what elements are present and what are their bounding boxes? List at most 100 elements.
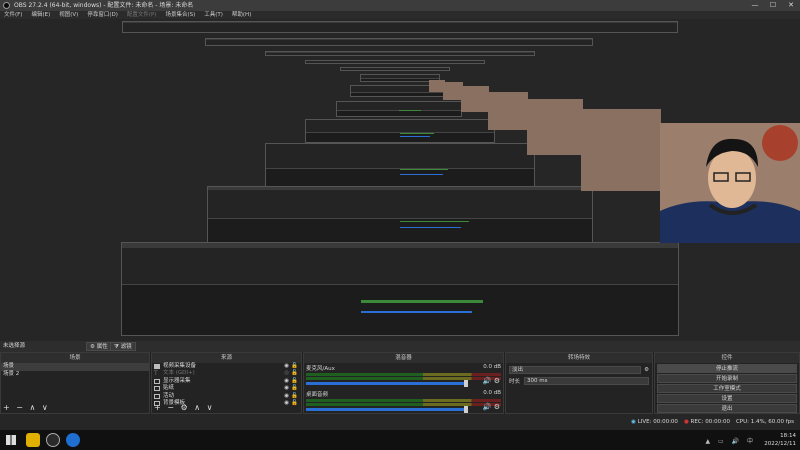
gear-icon[interactable]: ⚙	[494, 403, 500, 411]
volume-meter	[306, 377, 501, 380]
menu-view[interactable]: 视图(V)	[59, 11, 78, 19]
recursive-frame-5	[340, 67, 450, 71]
menu-file[interactable]: 文件(F)	[4, 11, 22, 19]
recursive-frame-2	[205, 38, 593, 46]
track-db: 0.0 dB	[483, 364, 501, 370]
clock-time: 18:14	[780, 433, 796, 439]
image-icon	[154, 393, 160, 399]
source-label: 文本 (GDI+)	[163, 370, 195, 377]
filters-button[interactable]: ⧩ 滤镜	[110, 342, 136, 351]
sources-header: 来源	[152, 353, 301, 363]
mixer-track: 桌面音频 0.0 dB 🔊 ⚙	[304, 389, 503, 415]
webcam-image-6	[581, 109, 661, 191]
record-icon: ●	[683, 419, 689, 425]
speaker-icon[interactable]: 🔊	[483, 403, 492, 411]
gear-icon[interactable]: ⚙	[644, 367, 649, 373]
status-bar: ◉ LIVE: 00:00:00 ● REC: 00:00:00 CPU: 1.…	[0, 414, 800, 430]
volume-slider[interactable]	[306, 406, 468, 413]
menu-help[interactable]: 帮助(H)	[232, 11, 251, 19]
webcam-image-4	[488, 92, 528, 130]
track-name: 桌面音频	[306, 392, 329, 398]
menu-bar: 文件(F) 编辑(E) 视图(V) 停靠窗口(D) 配置文件(P) 场景集合(S…	[0, 11, 800, 19]
scenes-footer-buttons[interactable]: + − ∧ ∨	[3, 403, 50, 412]
webcam-image-5	[527, 99, 583, 155]
recursive-frame-3	[265, 51, 535, 56]
recursive-frame-6	[360, 74, 440, 82]
menu-tools[interactable]: 工具(T)	[204, 11, 223, 19]
lock-icon[interactable]: 🔓	[291, 370, 298, 377]
person-photo-icon	[660, 123, 800, 243]
maximize-button[interactable]: ☐	[764, 0, 782, 11]
window-controls: — ☐ ✕	[746, 0, 800, 11]
duration-label: 时长	[509, 379, 521, 385]
windows-start-icon[interactable]	[6, 435, 16, 445]
transitions-dock: 转场特效 淡出 ⚙ 时长 300 ms	[505, 352, 653, 414]
image-icon	[154, 386, 160, 392]
exit-button[interactable]: 退出	[657, 404, 797, 413]
properties-button[interactable]: ⚙ 属性	[86, 342, 112, 351]
window-title: OBS 27.2.4 (64-bit, windows) - 配置文件: 未命名…	[14, 2, 194, 9]
webcam-image-2	[443, 82, 463, 100]
properties-label: 属性	[96, 344, 108, 350]
source-label: 显示器采集	[163, 377, 191, 384]
source-label: 视频采集设备	[163, 363, 197, 369]
track-name: 麦克风/Aux	[306, 366, 335, 372]
recursive-frame-1	[122, 21, 678, 33]
app-icon-yellow[interactable]	[26, 433, 40, 447]
recursive-frame-11	[207, 186, 593, 244]
start-recording-button[interactable]: 开始录制	[657, 374, 797, 383]
rec-status: ● REC: 00:00:00	[684, 414, 730, 430]
recursive-frame-8	[336, 101, 462, 117]
source-item[interactable]: 贴纸 ◉ 🔓	[152, 385, 301, 392]
source-item[interactable]: 活动 ◉ 🔓	[152, 393, 301, 400]
scene-item[interactable]: 场景 2	[1, 371, 149, 379]
clock[interactable]: 18:14 2022/12/11	[764, 432, 796, 448]
eye-closed-icon[interactable]: ◎	[284, 370, 289, 377]
system-tray-icons[interactable]: ▲ ▭ 🔊 中	[706, 436, 756, 445]
mixer-dock: 混音器 麦克风/Aux 0.0 dB 🔊 ⚙ 桌面音频 0.0 dB 🔊 ⚙	[303, 352, 504, 414]
obs-taskbar-icon[interactable]	[46, 433, 60, 447]
minimize-button[interactable]: —	[746, 0, 764, 11]
scene-item[interactable]: 场景	[1, 363, 149, 371]
controls-header: 控件	[655, 353, 799, 363]
transition-select[interactable]: 淡出	[509, 366, 642, 374]
transitions-header: 转场特效	[506, 353, 652, 363]
lock-icon[interactable]: 🔓	[291, 385, 298, 392]
recursive-frame-12	[121, 242, 679, 336]
monitor-icon	[154, 378, 160, 384]
eye-icon[interactable]: ◉	[284, 393, 289, 400]
source-label: 活动	[163, 392, 175, 399]
speaker-icon[interactable]: 🔊	[483, 377, 492, 385]
menu-edit[interactable]: 编辑(E)	[31, 11, 50, 19]
menu-profile[interactable]: 配置文件(P)	[127, 11, 157, 19]
eye-icon[interactable]: ◉	[284, 378, 289, 385]
menu-docks[interactable]: 停靠窗口(D)	[87, 11, 118, 19]
eye-icon[interactable]: ◉	[284, 385, 289, 392]
eye-icon[interactable]: ◉	[284, 400, 289, 407]
studio-mode-button[interactable]: 工作室模式	[657, 384, 797, 393]
settings-button[interactable]: 设置	[657, 394, 797, 403]
scenes-dock: 场景 场景 场景 2 + − ∧ ∨	[0, 352, 150, 414]
filter-icon: ⧩	[114, 344, 119, 350]
source-item[interactable]: T 文本 (GDI+) ◎ 🔓	[152, 370, 301, 377]
source-item[interactable]: 显示器采集 ◉ 🔓	[152, 378, 301, 385]
menu-scene-collection[interactable]: 场景集合(S)	[165, 11, 195, 19]
no-source-label: 未选择源	[3, 343, 26, 349]
volume-slider[interactable]	[306, 380, 468, 387]
live-time: LIVE: 00:00:00	[637, 419, 678, 425]
title-bar: OBS 27.2.4 (64-bit, windows) - 配置文件: 未命名…	[0, 0, 800, 11]
browser-icon[interactable]	[66, 433, 80, 447]
mixer-header: 混音器	[304, 353, 503, 363]
duration-input[interactable]: 300 ms	[524, 377, 649, 385]
lock-icon[interactable]: 🔓	[291, 400, 298, 407]
gear-icon[interactable]: ⚙	[494, 377, 500, 385]
text-icon: T	[154, 370, 158, 378]
eye-icon[interactable]: ◉	[284, 363, 289, 370]
stop-streaming-button[interactable]: 停止推流	[657, 364, 797, 373]
close-button[interactable]: ✕	[782, 0, 800, 11]
sources-footer-buttons[interactable]: + − ⚙ ∧ ∨	[154, 403, 214, 412]
preview-canvas[interactable]	[0, 19, 800, 341]
volume-meter	[306, 403, 501, 406]
lock-icon[interactable]: 🔓	[291, 393, 298, 400]
obs-logo-icon	[3, 2, 10, 9]
